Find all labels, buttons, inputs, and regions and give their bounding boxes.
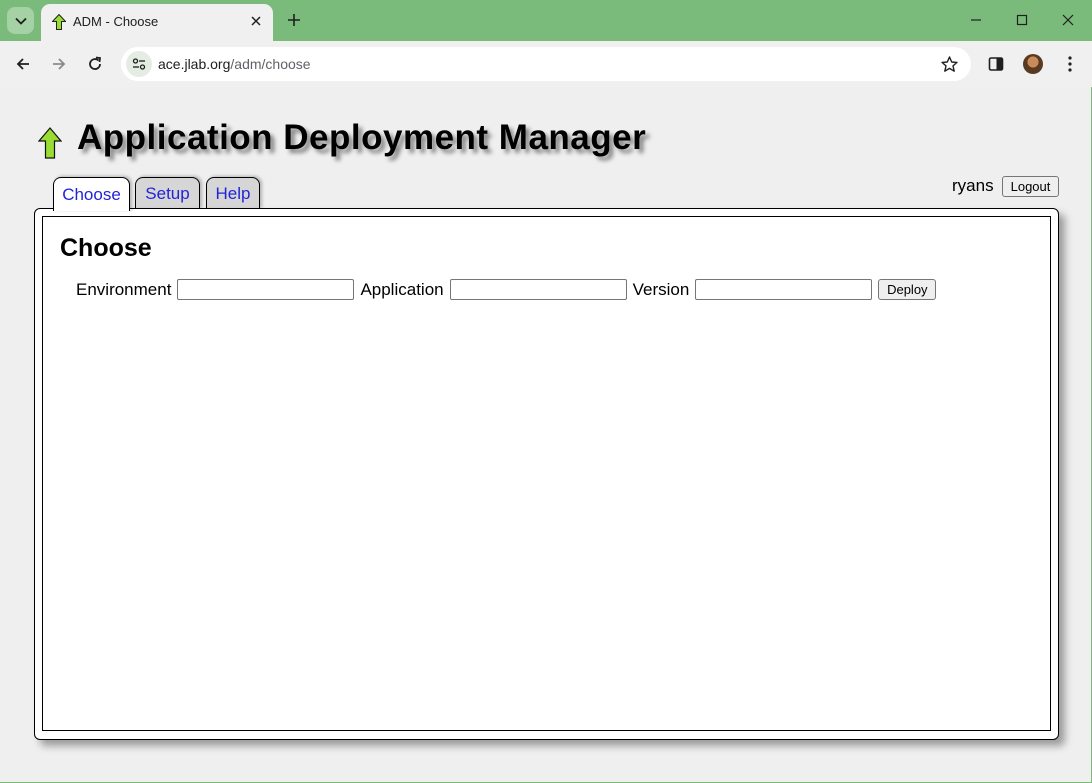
url-host: ace.jlab.org [158, 56, 231, 72]
tab-setup-label: Setup [145, 183, 190, 203]
menu-icon [1068, 56, 1072, 72]
tab-setup[interactable]: Setup [135, 177, 200, 209]
tab-search-icon [14, 17, 27, 25]
browser-toolbar: ace.jlab.org/adm/choose [0, 41, 1092, 87]
site-info-button[interactable] [126, 51, 152, 77]
star-icon [940, 55, 958, 72]
profile-avatar[interactable] [1023, 54, 1043, 74]
content-panel: Choose Environment Application Version D… [34, 208, 1059, 740]
application-field[interactable] [449, 279, 627, 300]
up-arrow-icon [38, 127, 62, 159]
reload-icon [89, 56, 102, 70]
browser-tab-active[interactable]: ADM - Choose [41, 4, 273, 41]
version-label: Version [632, 279, 690, 299]
back-button[interactable] [9, 50, 37, 78]
app-title: Application Deployment Manager [77, 118, 647, 157]
tab-search-button[interactable] [7, 7, 34, 34]
deploy-form: Environment Application Version Deploy [76, 279, 937, 300]
application-label: Application [360, 279, 444, 299]
maximize-icon [1016, 14, 1028, 26]
side-panel-icon [988, 57, 1004, 71]
url-text: ace.jlab.org/adm/choose [158, 56, 311, 72]
close-window-button[interactable] [1056, 8, 1080, 32]
favicon-up-arrow-icon [52, 14, 66, 30]
content-panel-inner: Choose Environment Application Version D… [42, 216, 1051, 731]
reload-button[interactable] [81, 50, 109, 78]
tab-help-label: Help [215, 183, 251, 203]
back-icon [16, 58, 29, 70]
minimize-icon [971, 19, 981, 21]
minimize-button[interactable] [964, 8, 988, 32]
version-field[interactable] [695, 279, 873, 300]
tab-choose-label: Choose [62, 184, 121, 204]
address-bar[interactable]: ace.jlab.org/adm/choose [121, 47, 971, 81]
forward-button[interactable] [45, 50, 73, 78]
page-content: Application Deployment Manager Choose Se… [0, 87, 1091, 782]
environment-label: Environment [76, 279, 172, 299]
tab-help[interactable]: Help [206, 177, 260, 209]
new-tab-button[interactable] [283, 9, 305, 31]
logout-button[interactable]: Logout [1002, 176, 1059, 197]
forward-icon [53, 58, 66, 70]
tab-choose[interactable]: Choose [53, 177, 130, 211]
browser-tab-title: ADM - Choose [73, 14, 159, 29]
browser-menu-button[interactable] [1060, 53, 1080, 75]
site-info-icon [132, 58, 146, 70]
browser-titlebar: ADM - Choose [0, 0, 1092, 41]
side-panel-button[interactable] [985, 53, 1007, 75]
url-path: /adm/choose [230, 56, 311, 72]
environment-field[interactable] [177, 279, 355, 300]
close-window-icon [1062, 14, 1074, 26]
tab-close-button[interactable] [247, 12, 265, 30]
deploy-button[interactable]: Deploy [878, 279, 937, 300]
close-icon [251, 16, 261, 26]
bookmark-button[interactable] [939, 54, 959, 74]
username: ryans [952, 176, 994, 195]
panel-heading: Choose [60, 234, 152, 262]
plus-icon [288, 14, 300, 26]
maximize-button[interactable] [1010, 8, 1034, 32]
